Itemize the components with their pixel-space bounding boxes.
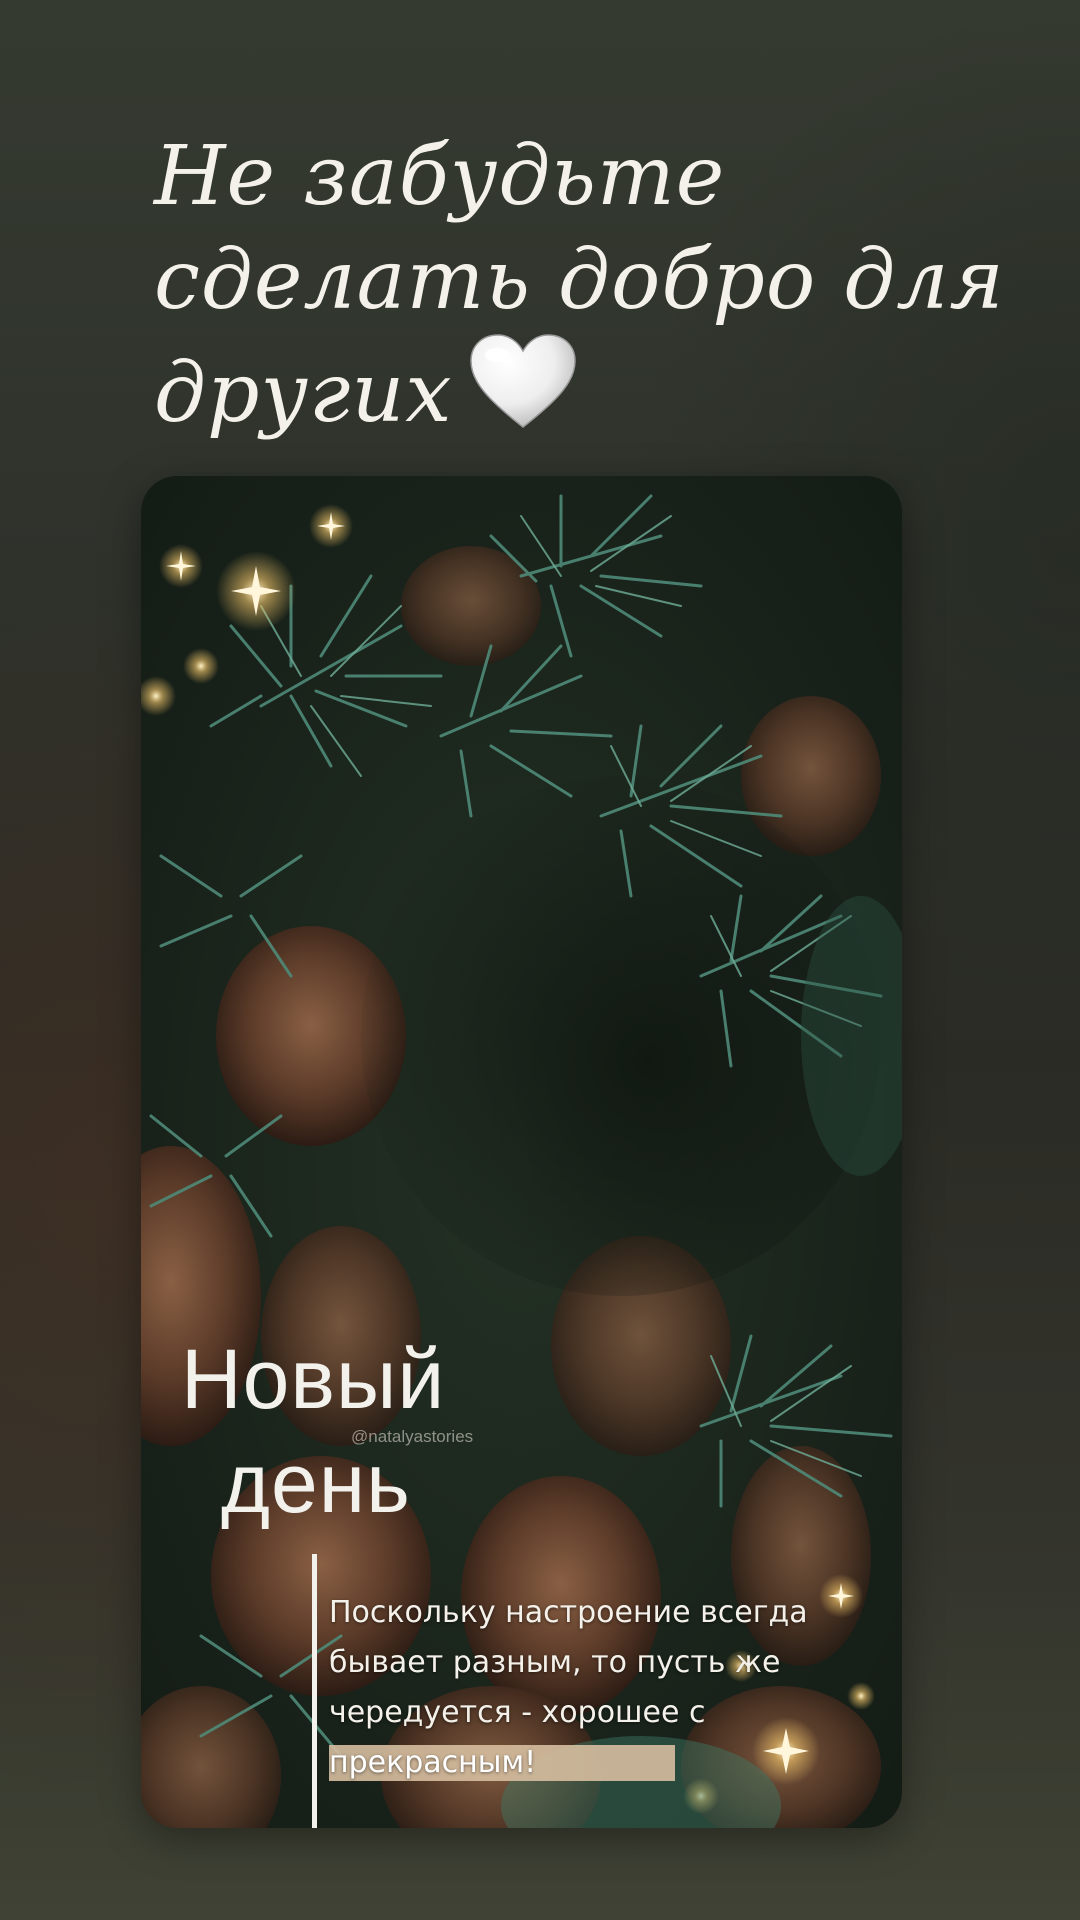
white-heart-icon [467, 333, 579, 458]
quote-highlight: прекрасным! [329, 1745, 675, 1781]
headline-line-1: Не забудьте [154, 129, 726, 224]
quote-line-2: бывает разным, то пусть же [329, 1645, 781, 1680]
story-title-line-2: день [221, 1436, 411, 1530]
headline: Не забудьте сделать добро для других [154, 125, 1005, 458]
headline-line-2: сделать добро для [154, 233, 1005, 328]
headline-line-3-text: других [154, 346, 453, 441]
headline-line-3: других [154, 333, 974, 458]
quote-line-1: Поскольку настроение всегда [329, 1595, 808, 1630]
quote-line-3: чередуется - хорошее с [329, 1695, 706, 1730]
quote-text: Поскольку настроение всегда бывает разны… [329, 1588, 869, 1788]
quote-line-4: прекрасным! [329, 1738, 869, 1788]
story-card[interactable]: Новый день @natalyastories Поскольку нас… [141, 476, 902, 1828]
story-title-line-1: Новый [181, 1332, 446, 1426]
watermark: @natalyastories [351, 1427, 474, 1446]
quote-bar [312, 1554, 317, 1828]
